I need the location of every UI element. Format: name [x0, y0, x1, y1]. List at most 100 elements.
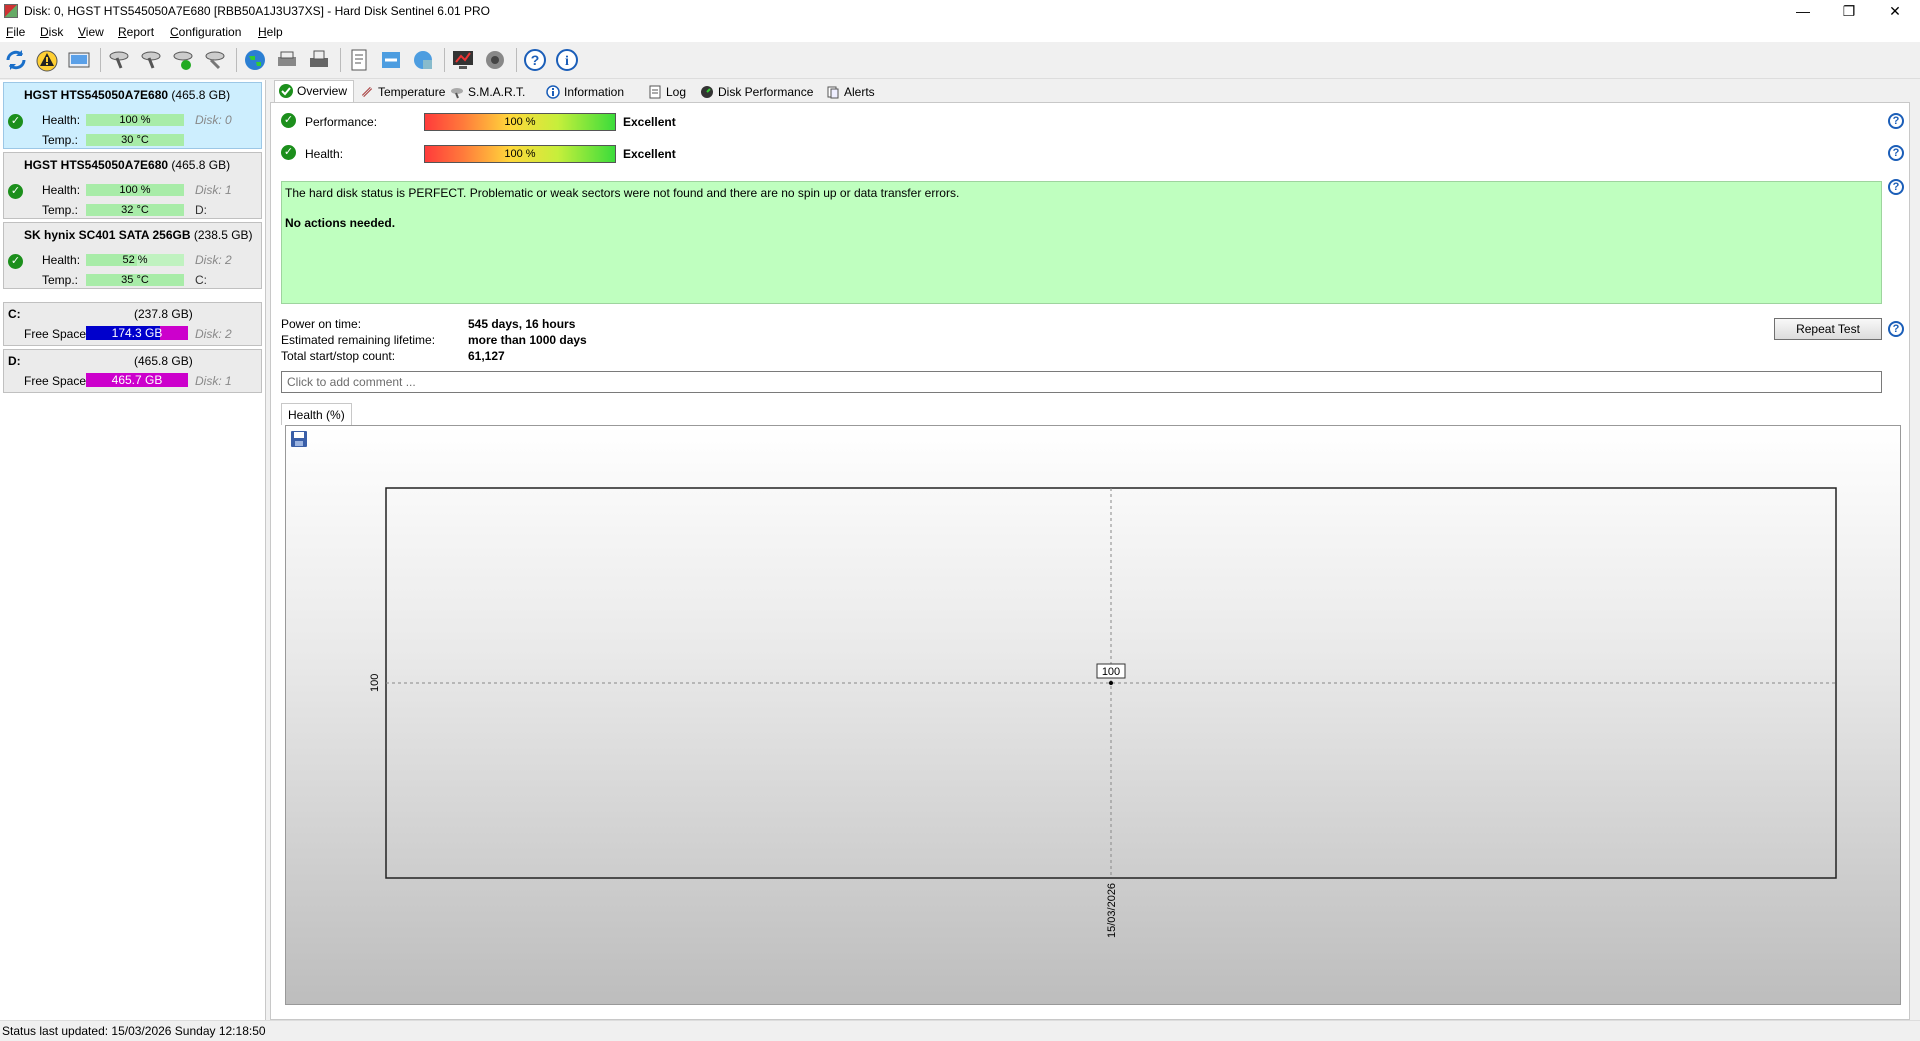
minimize-button[interactable]: —	[1780, 0, 1826, 22]
speedometer-icon	[701, 86, 713, 98]
health-label: Health:	[305, 147, 344, 161]
report-icon[interactable]	[346, 47, 372, 73]
disk-number: Disk: 1	[195, 183, 232, 197]
log-icon	[649, 85, 661, 99]
alerts-icon	[827, 86, 839, 99]
check-icon	[279, 84, 293, 98]
maximize-button[interactable]: ❐	[1826, 0, 1872, 22]
health-bar: 52 %	[86, 254, 184, 266]
help-icon[interactable]: ?	[522, 47, 548, 73]
sound-icon[interactable]	[482, 47, 508, 73]
free-space-bar: 465.7 GB	[86, 373, 188, 387]
volume-card-c[interactable]: C: (237.8 GB) Free Space 174.3 GB Disk: …	[3, 302, 262, 346]
about-icon[interactable]: i	[554, 47, 580, 73]
status-last-updated: Status last updated: 15/03/2026 Sunday 1…	[2, 1024, 266, 1038]
menu-bar: File Disk View Report Configuration Help	[0, 22, 1920, 42]
tab-log[interactable]: Log	[644, 82, 704, 102]
tab-health-chart[interactable]: Health (%)	[281, 403, 352, 425]
smart-icon	[451, 88, 463, 99]
tab-temperature[interactable]: Temperature	[356, 82, 446, 102]
free-space-label: Free Space	[24, 327, 87, 341]
lifetime-value: more than 1000 days	[468, 333, 587, 347]
y-tick-label: 100	[369, 674, 381, 692]
health-label: Health:	[42, 113, 81, 127]
volume-size: (465.8 GB)	[134, 354, 193, 368]
health-bar: 100 %	[86, 184, 184, 196]
temp-label: Temp.:	[42, 133, 79, 147]
status-message-box: The hard disk status is PERFECT. Problem…	[281, 181, 1882, 304]
menu-file[interactable]: File	[6, 25, 25, 39]
surface-test-icon[interactable]	[138, 47, 164, 73]
thermometer-icon	[361, 86, 373, 98]
volume-letter: C:	[8, 307, 21, 321]
health-chart: 100 15/03/2026 100	[285, 425, 1901, 1005]
tab-overview[interactable]: Overview	[274, 80, 354, 103]
temp-bar: 30 °C	[86, 134, 184, 146]
close-button[interactable]: ✕	[1872, 0, 1918, 22]
temp-bar: 32 °C	[86, 204, 184, 216]
performance-help-icon[interactable]: ?	[1888, 113, 1904, 129]
reinitialise-icon[interactable]	[202, 47, 228, 73]
web-report-icon[interactable]	[410, 47, 436, 73]
disk-name: HGST HTS545050A7E680 (465.8 GB)	[24, 158, 231, 172]
menu-disk[interactable]: Disk	[40, 25, 63, 39]
print-report-icon[interactable]	[306, 47, 332, 73]
menu-configuration[interactable]: Configuration	[170, 25, 241, 39]
free-space-label: Free Space	[24, 374, 87, 388]
tab-information[interactable]: Information	[542, 82, 642, 102]
disk-name: SK hynix SC401 SATA 256GB (238.5 GB)	[24, 228, 253, 242]
svg-text:?: ?	[531, 52, 540, 68]
health-bar: 100 %	[86, 114, 184, 126]
volume-card-d[interactable]: D: (465.8 GB) Free Space 465.7 GB Disk: …	[3, 349, 262, 393]
globe-icon[interactable]	[242, 47, 268, 73]
disk-list-panel: HGST HTS545050A7E680 (465.8 GB) ✓ Health…	[0, 80, 266, 1020]
disk-name: HGST HTS545050A7E680 (465.8 GB)	[24, 88, 231, 102]
status-action: No actions needed.	[285, 216, 396, 230]
disk-info-icon[interactable]	[66, 47, 92, 73]
printer-icon[interactable]	[274, 47, 300, 73]
menu-report[interactable]: Report	[118, 25, 154, 39]
refresh-icon[interactable]	[3, 47, 29, 73]
tab-alerts[interactable]: Alerts	[822, 82, 892, 102]
verify-icon[interactable]	[170, 47, 196, 73]
title-bar: Disk: 0, HGST HTS545050A7E680 [RBB50A1J3…	[0, 0, 1920, 22]
performance-ok-icon: ✓	[281, 113, 296, 128]
status-text: The hard disk status is PERFECT. Problem…	[285, 186, 960, 200]
disk-test-icon[interactable]	[106, 47, 132, 73]
volume-size: (237.8 GB)	[134, 307, 193, 321]
svg-text:i: i	[565, 54, 569, 69]
disk-number: Disk: 0	[195, 113, 232, 127]
health-bar: 100 %	[424, 145, 616, 163]
volume-letter: D:	[8, 354, 21, 368]
status-ok-icon: ✓	[8, 114, 23, 129]
menu-view[interactable]: View	[78, 25, 104, 39]
disk-card-2[interactable]: SK hynix SC401 SATA 256GB (238.5 GB) ✓ H…	[3, 222, 262, 289]
repeat-test-button[interactable]: Repeat Test	[1774, 318, 1882, 340]
app-icon	[4, 4, 18, 18]
temp-label: Temp.:	[42, 203, 79, 217]
health-ok-icon: ✓	[281, 145, 296, 160]
menu-help[interactable]: Help	[258, 25, 283, 39]
disk-card-0[interactable]: HGST HTS545050A7E680 (465.8 GB) ✓ Health…	[3, 82, 262, 149]
temp-bar: 35 °C	[86, 274, 184, 286]
x-tick-label: 15/03/2026	[1106, 883, 1118, 938]
tab-bar: Overview Temperature S.M.A.R.T. Informat…	[270, 80, 1920, 103]
health-help-icon[interactable]: ?	[1888, 145, 1904, 161]
health-label: Health:	[42, 183, 81, 197]
status-help-icon[interactable]: ?	[1888, 179, 1904, 195]
send-report-icon[interactable]	[378, 47, 404, 73]
toolbar: ? i	[0, 42, 1920, 79]
disk-card-1[interactable]: HGST HTS545050A7E680 (465.8 GB) ✓ Health…	[3, 152, 262, 219]
performance-bar: 100 %	[424, 113, 616, 131]
comment-field[interactable]: Click to add comment ...	[281, 371, 1882, 393]
temp-label: Temp.:	[42, 273, 79, 287]
repeat-test-help-icon[interactable]: ?	[1888, 321, 1904, 337]
health-label: Health:	[42, 253, 81, 267]
health-chart-plot: 100 15/03/2026 100	[369, 487, 1837, 938]
status-ok-icon: ✓	[8, 184, 23, 199]
info-icon	[546, 85, 560, 99]
monitor-icon[interactable]	[450, 47, 476, 73]
tab-disk-performance[interactable]: Disk Performance	[696, 82, 826, 102]
warning-icon[interactable]	[34, 47, 60, 73]
tab-smart[interactable]: S.M.A.R.T.	[446, 82, 536, 102]
